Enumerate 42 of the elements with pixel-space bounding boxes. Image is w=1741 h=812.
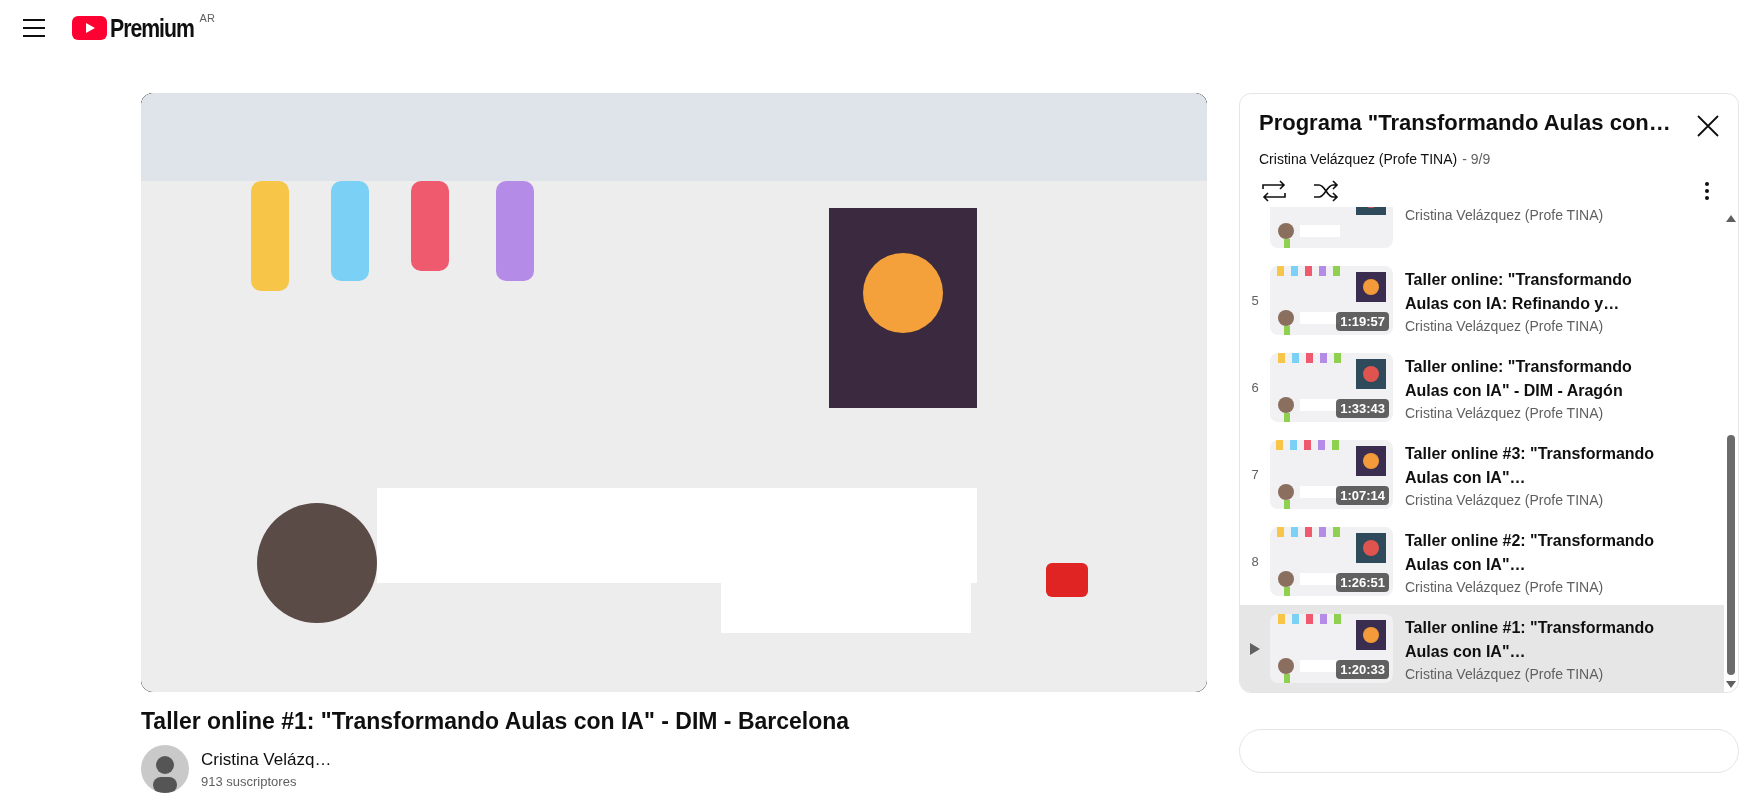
item-channel: Cristina Velázquez (Profe TINA) [1405,404,1605,421]
playlist-position: - 9/9 [1462,151,1491,167]
playlist-item[interactable]: 6 1:33:43 Taller online: "Transformando Aulas con IA" - DIM - Aragón Cristina Velázquez (Profe TINA) [1240,344,1724,431]
subscriber-count: 913 suscriptores [201,773,298,789]
video-duration: 1:19:57 [1336,312,1389,331]
item-title[interactable]: Taller online: "Transformando Aulas con IA: Refinando y… [1405,267,1669,316]
item-title[interactable]: Taller online: "Transformando Aulas con IA" - DIM - Aragón [1405,354,1669,403]
video-duration: 1:07:14 [1336,486,1389,505]
item-number: 7 [1250,467,1260,482]
playlist-title[interactable]: Programa "Transformando Aulas con… [1259,110,1671,142]
item-title[interactable]: Taller online #3: "Transformando Aulas con IA"… [1405,441,1669,490]
video-title: Taller online #1: "Transformando Aulas con IA" - DIM - Barcelona [141,708,851,735]
item-channel: Cristina Velázquez (Profe TINA) [1405,665,1605,682]
scroll-down-icon[interactable] [1726,681,1736,688]
playlist-owner[interactable]: Cristina Velázquez (Profe TINA) [1259,151,1458,167]
item-number: 5 [1250,293,1260,308]
channel-avatar[interactable] [141,745,189,793]
menu-icon[interactable] [22,19,46,37]
item-channel: Cristina Velázquez (Profe TINA) [1405,578,1605,595]
item-title[interactable]: Taller online #2: "Transformando Aulas con IA"… [1405,528,1669,577]
item-channel: Cristina Velázquez (Profe TINA) [1405,491,1605,508]
playlist-item[interactable]: 1:20:33 Taller online #1: "Transformando Aulas con IA"… Cristina Velázquez (Profe TINA) [1240,605,1724,692]
playlist-item[interactable]: 5 1:19:57 Taller online: "Transformando Aulas con IA: Refinando y… Cristina Velázquez (Profe TINA) [1240,257,1724,344]
item-number: 8 [1250,554,1260,569]
now-playing-icon [1250,642,1260,655]
logo-text: Premium [110,13,194,43]
item-number: 6 [1250,380,1260,395]
channel-name[interactable]: Cristina Velázq… [201,749,332,770]
play-logo-icon [72,16,107,40]
video-duration: 1:26:51 [1336,573,1389,592]
more-options-icon[interactable] [1704,181,1710,201]
region-label: AR [199,11,215,24]
playlist-item[interactable]: 7 1:07:14 Taller online #3: "Transformando Aulas con IA"… Cristina Velázquez (Profe TINA) [1240,431,1724,518]
video-duration: 1:33:43 [1336,399,1389,418]
playlist-item[interactable]: 8 1:26:51 Taller online #2: "Transformando Aulas con IA"… Cristina Velázquez (Profe TINA) [1240,518,1724,605]
item-channel: Cristina Velázquez (Profe TINA) [1405,207,1604,223]
logo[interactable]: Premium AR [72,13,215,43]
scroll-up-icon[interactable] [1726,215,1736,222]
item-channel: Cristina Velázquez (Profe TINA) [1405,317,1605,334]
video-duration: 1:20:33 [1336,660,1389,679]
playlist-item[interactable]: Cristina Velázquez (Profe TINA) [1240,207,1724,257]
item-title[interactable]: Taller online #1: "Transformando Aulas con IA"… [1405,615,1669,664]
